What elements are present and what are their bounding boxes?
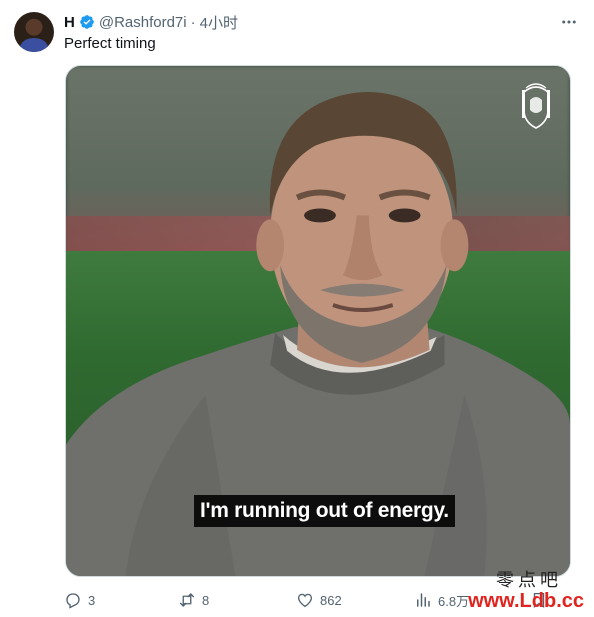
timestamp[interactable]: 4小时	[200, 12, 238, 33]
tweet[interactable]: H @Rashford7i · 4小时 Perfect timing I'm r…	[0, 0, 594, 617]
tweet-header: H @Rashford7i · 4小时	[64, 12, 238, 32]
user-handle[interactable]: @Rashford7i	[99, 14, 187, 31]
retweet-count: 8	[202, 592, 210, 608]
views-button[interactable]: 6.8万	[414, 588, 469, 612]
retweet-button[interactable]: 8	[178, 588, 209, 612]
liverpool-crest-icon	[522, 83, 550, 129]
view-count: 6.8万	[438, 593, 470, 609]
verified-badge-icon	[79, 14, 95, 30]
retweet-icon	[179, 593, 195, 607]
video-subtitle: I'm running out of energy.	[194, 495, 455, 527]
display-name[interactable]: H	[64, 14, 75, 31]
watermark-url-text: www.Ldb.cc	[468, 590, 584, 612]
video-player[interactable]: I'm running out of energy.	[65, 65, 571, 577]
like-button[interactable]: 862	[296, 588, 342, 612]
reply-button[interactable]: 3	[64, 588, 95, 612]
watermark-top-text: 零点吧	[496, 570, 562, 591]
analytics-icon	[417, 593, 430, 607]
avatar[interactable]	[14, 12, 54, 52]
like-count: 862	[320, 592, 342, 608]
more-options-icon[interactable]	[558, 12, 580, 32]
heart-icon	[297, 593, 313, 608]
tweet-text: Perfect timing	[64, 35, 156, 52]
reply-count: 3	[88, 592, 96, 608]
separator-dot: ·	[190, 13, 196, 31]
watermark: 零点吧 www.Ldb.cc	[468, 566, 584, 616]
reply-icon	[66, 593, 80, 609]
